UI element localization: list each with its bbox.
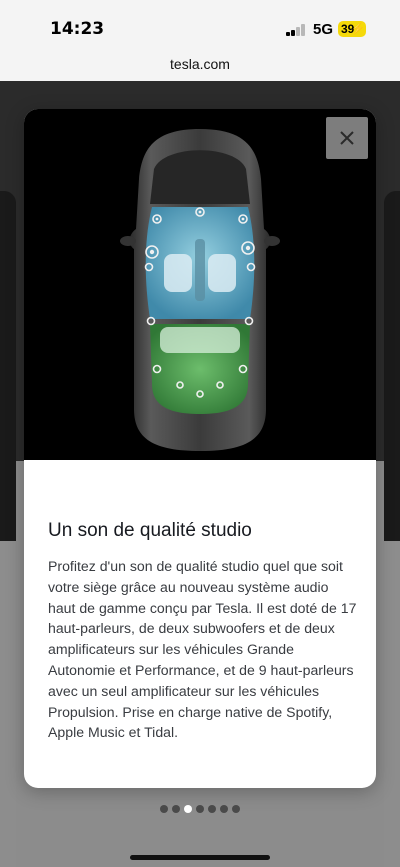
modal-title: Un son de qualité studio — [48, 520, 252, 541]
cellular-signal-icon — [286, 24, 306, 36]
pagination-dot[interactable] — [208, 805, 216, 813]
close-button[interactable] — [326, 117, 368, 159]
carousel-pagination — [0, 805, 400, 815]
pagination-dot[interactable] — [160, 805, 168, 813]
feature-modal: Un son de qualité studio Profitez d'un s… — [24, 109, 376, 788]
next-card-peek[interactable] — [384, 191, 400, 867]
home-indicator[interactable] — [130, 855, 270, 860]
battery-icon: 39 ⚡ — [338, 21, 366, 37]
pagination-dot[interactable] — [196, 805, 204, 813]
pagination-dot[interactable] — [220, 805, 228, 813]
status-time: 14:23 — [50, 19, 105, 39]
previous-card-peek[interactable] — [0, 191, 16, 867]
pagination-dot[interactable] — [232, 805, 240, 813]
close-icon — [340, 131, 354, 145]
pagination-dot[interactable] — [172, 805, 180, 813]
status-bar: 14:23 5G 39 ⚡ — [0, 0, 400, 56]
charging-bolt-icon: ⚡ — [351, 23, 365, 35]
car-top-view-image — [120, 129, 280, 451]
pagination-dot-active[interactable] — [184, 805, 192, 813]
network-type: 5G — [313, 21, 334, 38]
car-audio-illustration — [24, 109, 376, 460]
url-bar[interactable]: tesla.com — [0, 56, 400, 81]
modal-description: Profitez d'un son de qualité studio quel… — [48, 558, 357, 741]
